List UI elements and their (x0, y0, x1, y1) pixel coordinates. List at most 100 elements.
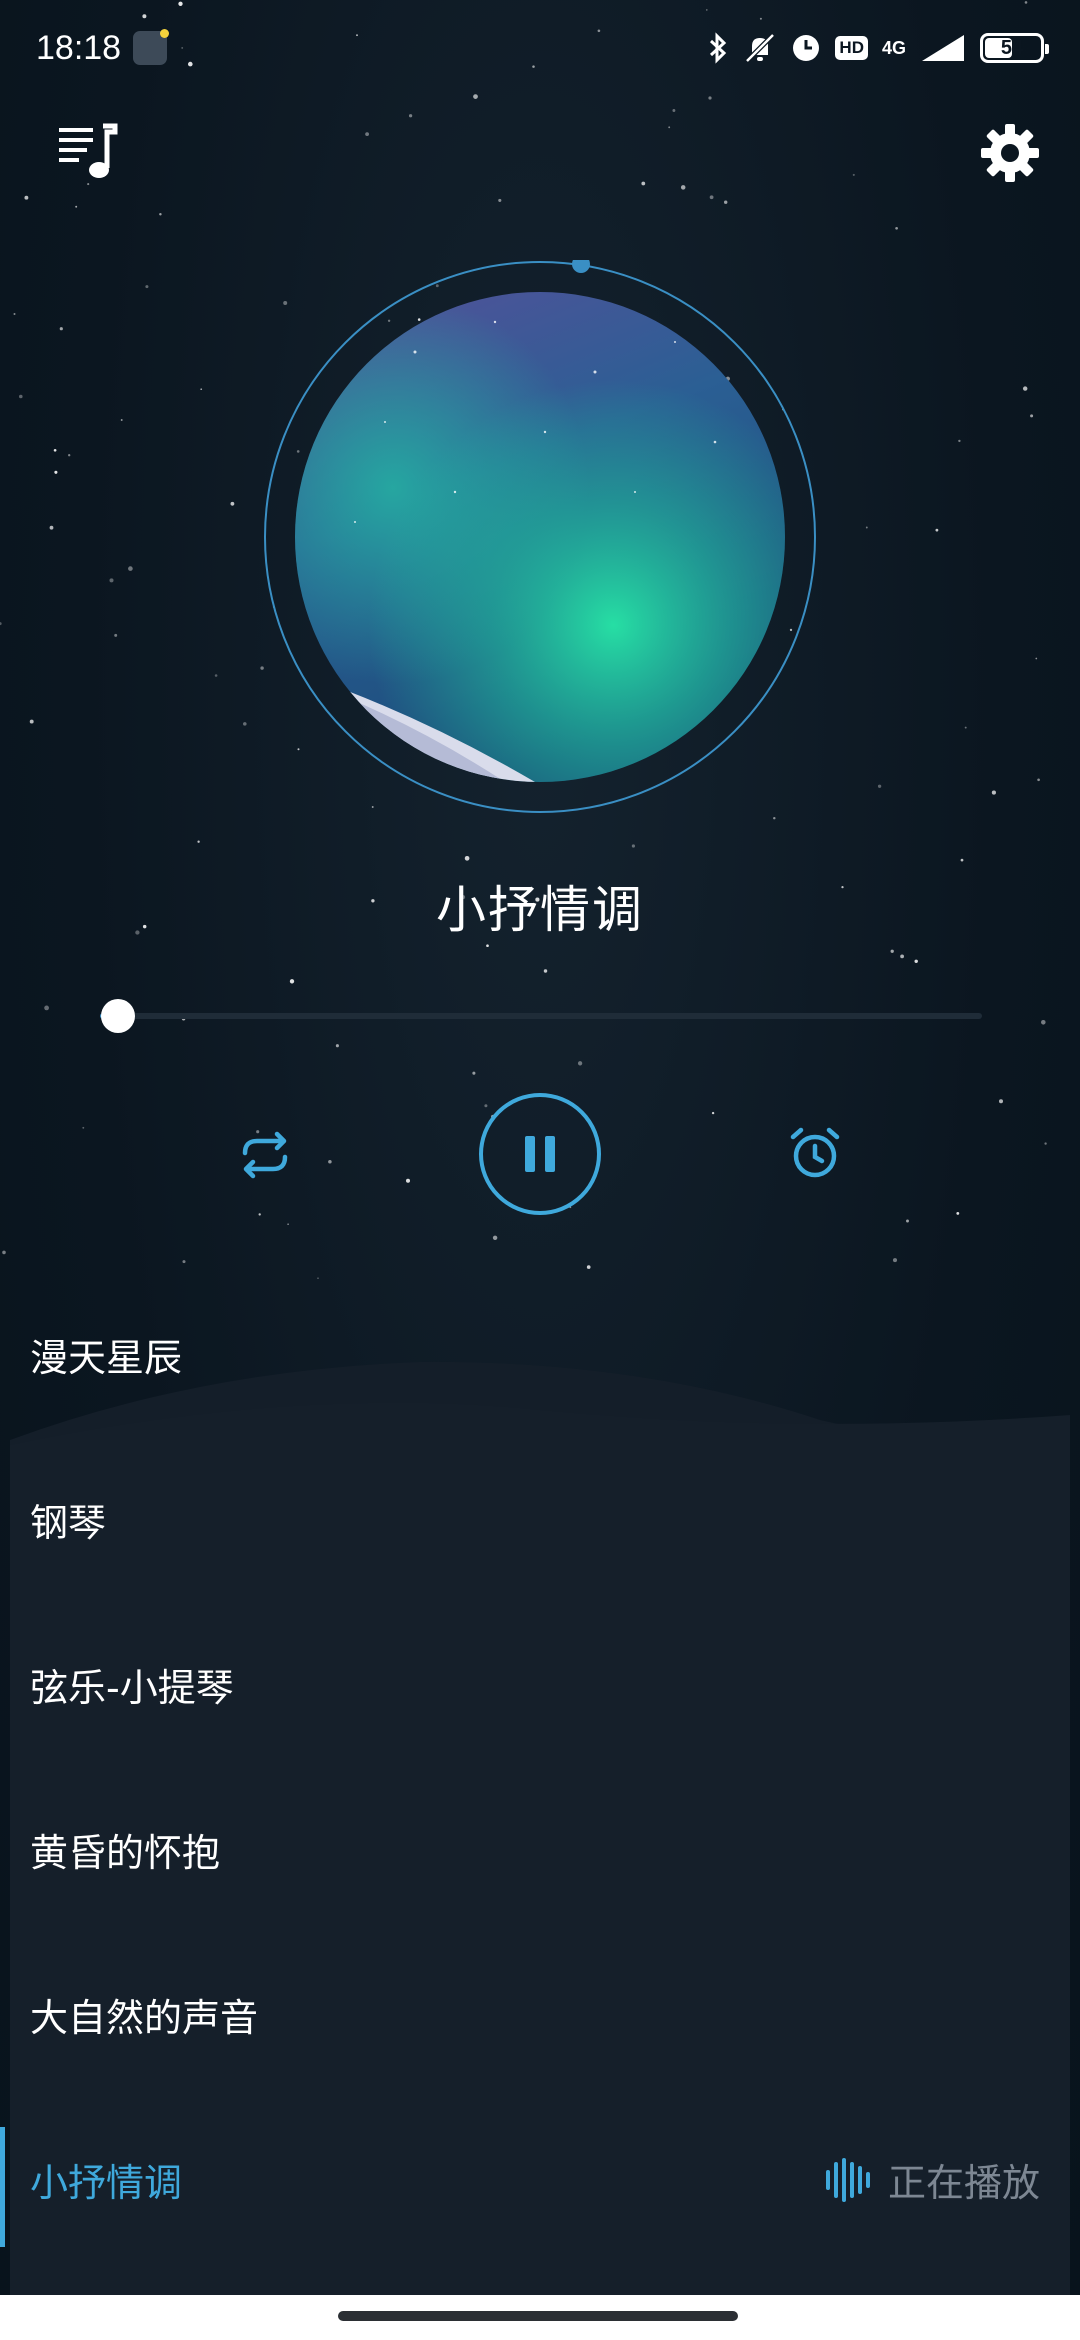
star (958, 439, 961, 443)
star (24, 195, 29, 200)
star (668, 126, 671, 129)
star (964, 726, 967, 729)
star (708, 96, 712, 100)
playlist-item[interactable]: 漫天星辰 (0, 1272, 1080, 1437)
star (75, 205, 78, 208)
alarm-clock-icon (790, 1127, 840, 1178)
star (577, 1061, 583, 1066)
star (1037, 778, 1040, 782)
star (44, 1005, 49, 1011)
star (182, 1260, 186, 1264)
current-song-title: 小抒情调 (436, 881, 644, 939)
star (54, 470, 58, 474)
progress-knob[interactable] (100, 999, 135, 1033)
gear-icon (981, 124, 1039, 182)
repeat-icon (242, 1131, 288, 1179)
star (586, 1265, 591, 1269)
star (960, 858, 964, 862)
playlist-item[interactable]: 弦乐-小提琴 (0, 1602, 1080, 1767)
playlist-item-label: 钢琴 (30, 1501, 107, 1545)
star (631, 844, 635, 848)
star (1035, 657, 1038, 660)
pause-icon (479, 1093, 601, 1215)
battery-indicator: 54 (980, 33, 1049, 63)
star (892, 1258, 898, 1263)
star (0, 622, 2, 626)
star (335, 1044, 339, 1048)
signal-icon (922, 35, 964, 61)
star (128, 566, 133, 571)
progress-slider[interactable] (100, 999, 982, 1033)
active-indicator (0, 2127, 5, 2247)
star (145, 285, 149, 289)
star (159, 213, 162, 216)
timer-button[interactable] (780, 1118, 850, 1188)
star (2, 1250, 6, 1255)
playlist-button[interactable] (52, 118, 124, 184)
star (935, 528, 939, 532)
settings-button[interactable] (975, 118, 1045, 188)
app-screen: 18:18 HD 4G 54 小抒情调 漫天星辰 钢琴 弦乐-小提琴 黄昏的怀抱… (0, 0, 1080, 2340)
star (243, 722, 247, 726)
playlist-item-label: 黄昏的怀抱 (30, 1831, 221, 1875)
sound-wave-icon (825, 2157, 870, 2202)
star (865, 526, 868, 529)
star (49, 525, 54, 530)
star (114, 633, 118, 637)
hd-badge: HD (835, 36, 868, 60)
bluetooth-icon (710, 32, 727, 64)
star (852, 173, 855, 176)
star (59, 327, 63, 331)
star (906, 1219, 909, 1223)
mute-bell-icon (745, 33, 776, 63)
playlist-item[interactable]: 大自然的声音 (0, 1932, 1080, 2097)
star (1030, 414, 1034, 418)
star (472, 1071, 476, 1075)
battery-percent: 54 (1000, 36, 1024, 59)
pause-button[interactable] (478, 1092, 602, 1216)
playlist-item-label: 弦乐-小提琴 (30, 1666, 234, 1710)
album-art (295, 292, 785, 782)
star (672, 109, 676, 112)
playlist-item-active[interactable]: 小抒情调 正在播放 (0, 2097, 1080, 2262)
home-indicator[interactable] (338, 2311, 738, 2321)
star (914, 959, 918, 964)
now-playing-label: 正在播放 (887, 2161, 1040, 2205)
star (13, 313, 16, 315)
star (877, 784, 882, 788)
star (890, 949, 894, 953)
star (19, 394, 23, 399)
playlist-item-label: 大自然的声音 (30, 1996, 259, 2040)
star (1022, 386, 1028, 391)
playlist-item-label: 漫天星辰 (30, 1336, 183, 1380)
star (709, 195, 714, 200)
star (68, 454, 71, 457)
network-type: 4G (881, 38, 906, 58)
star (200, 388, 203, 391)
star (109, 578, 114, 583)
star (991, 790, 996, 795)
aurora-artwork (295, 292, 785, 782)
star (492, 1235, 498, 1241)
playlist-item[interactable]: 钢琴 (0, 1437, 1080, 1602)
star (895, 226, 898, 230)
clock-icon (793, 35, 820, 61)
star (773, 816, 776, 820)
star (900, 954, 904, 959)
playback-controls (0, 1092, 1080, 1218)
now-playing-indicator: 正在播放 (824, 2152, 1040, 2207)
repeat-button[interactable] (230, 1120, 300, 1190)
playlist-item[interactable]: 黄昏的怀抱 (0, 1767, 1080, 1932)
star (680, 185, 686, 190)
album-disc (263, 260, 817, 814)
ring-progress-dot (572, 260, 590, 273)
playlist-music-icon (59, 123, 118, 178)
star (214, 674, 218, 677)
star (641, 181, 646, 186)
star (230, 501, 235, 506)
star (53, 448, 57, 452)
star (365, 132, 369, 137)
star (29, 719, 34, 724)
star (120, 419, 123, 421)
playlist-item-label: 小抒情调 (30, 2161, 183, 2205)
